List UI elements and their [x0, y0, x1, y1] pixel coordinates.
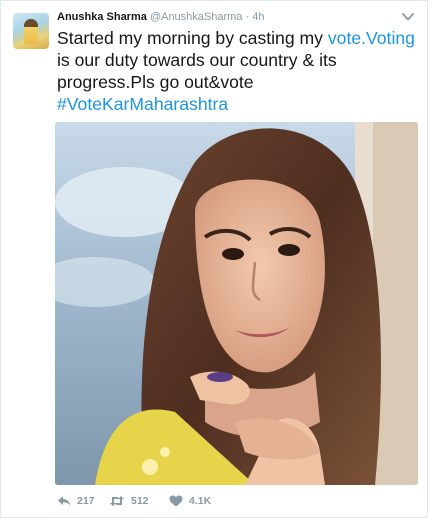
tweet-link[interactable]: vote.Voting: [328, 28, 415, 48]
avatar-figure: [24, 19, 38, 45]
like-action[interactable]: 4.1K: [169, 493, 211, 509]
heart-count: 4.1K: [189, 495, 212, 507]
tweet-text-part: is our duty towards our country & its pr…: [57, 50, 337, 92]
author-name[interactable]: Anushka Sharma: [57, 11, 147, 23]
heart-icon: [169, 495, 183, 507]
tweet-header: Anushka Sharma @AnushkaSharma · 4h: [57, 11, 397, 27]
retweet-count: 217: [77, 495, 95, 507]
author-handle[interactable]: @AnushkaSharma: [150, 11, 243, 23]
tweet-card[interactable]: Anushka Sharma @AnushkaSharma · 4h Start…: [0, 0, 428, 518]
separator-dot: ·: [245, 11, 250, 23]
retweet-action[interactable]: 512: [109, 493, 149, 509]
reply-icon: [58, 496, 70, 506]
hashtag-link[interactable]: #VoteKarMaharashtra: [57, 94, 228, 114]
tweet-text: Started my morning by casting my vote.Vo…: [57, 27, 419, 115]
reply-action[interactable]: 217: [57, 493, 95, 509]
like-count: 512: [131, 495, 149, 507]
avatar[interactable]: [13, 13, 49, 49]
chevron-down-icon[interactable]: [401, 11, 415, 23]
tweet-timestamp[interactable]: 4h: [252, 11, 264, 23]
tweet-text-part: Started my morning by casting my: [57, 28, 328, 48]
selfie-image: [55, 122, 418, 485]
tweet-photo[interactable]: [55, 122, 418, 485]
retweet-icon: [110, 496, 124, 506]
